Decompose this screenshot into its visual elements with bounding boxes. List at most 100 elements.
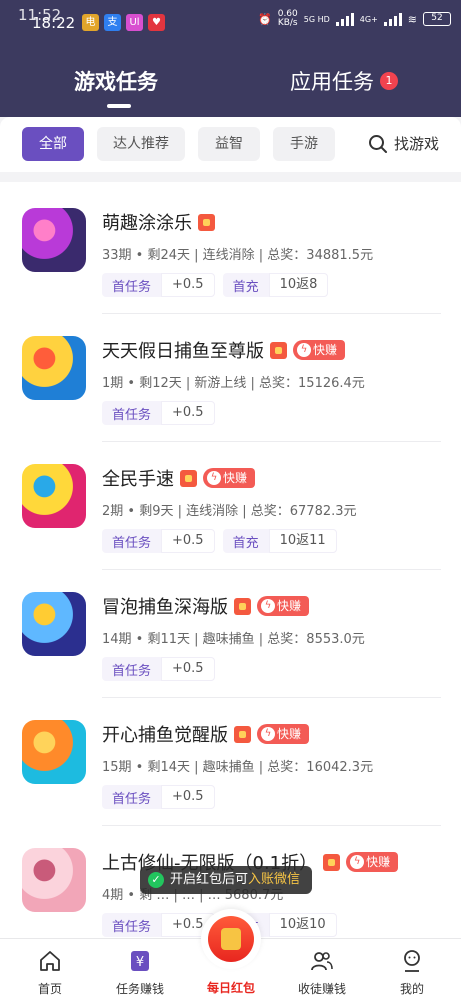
tab-game-tasks[interactable]: 游戏任务	[74, 66, 158, 96]
reward-label: 首任务	[112, 279, 152, 295]
reward-pill: 首任务 +0.5	[102, 785, 215, 809]
task-rewards: 首任务 +0.5	[102, 785, 215, 809]
reward-value: +0.5	[161, 401, 215, 425]
status-bar: 11:52 18:22 电 支 Ul ♥ ⏰ 0.60 KB/s 5G HD 4…	[0, 0, 461, 42]
task-meta: 15期 • 剩14天 | 趣味捕鱼 | 总奖：16042.3元	[102, 760, 374, 775]
fast-earn-label: 快赚	[277, 599, 302, 613]
task-title-line: 冒泡捕鱼深海版 ϟ 快赚	[102, 593, 310, 619]
fast-earn-tag: ϟ 快赚	[346, 852, 399, 872]
game-thumbnail[interactable]	[22, 592, 86, 656]
hot-tag-icon	[180, 469, 197, 487]
task-rewards: 首任务 +0.5 首充 10返11	[102, 529, 337, 553]
alipay-icon: 支	[104, 14, 121, 31]
task-row[interactable]: 全民手速 ϟ 快赚 2期 • 剩9天 | 连线消除 | 总奖：67782.3元 首任务 +…	[0, 442, 461, 570]
task-title: 天天假日捕鱼至尊版	[102, 341, 264, 362]
game-thumbnail[interactable]	[22, 848, 86, 912]
task-meta: 14期 • 剩11天 | 趣味捕鱼 | 总奖：8553.0元	[102, 632, 365, 647]
alarm-icon: ⏰	[258, 12, 272, 26]
task-rewards: 首任务 +0.5	[102, 401, 215, 425]
filter-bar: 全部 达人推荐 益智 手游 找游戏	[0, 117, 461, 172]
reward-label: 首任务	[112, 407, 152, 423]
hot-tag-icon	[323, 853, 341, 871]
task-list: 萌趣涂涂乐 33期 • 剩24天 | 连线消除 | 总奖：34881.5元首任务 +…	[0, 182, 461, 954]
game-thumbnail[interactable]	[22, 720, 86, 784]
hot-tag-icon	[270, 341, 287, 359]
task-title: 萌趣涂涂乐	[102, 213, 192, 234]
reward-label: 首任务	[112, 535, 152, 551]
task-meta: 33期 • 剩24天 | 连线消除 | 总奖：34881.5元	[102, 248, 374, 263]
status-right: ⏰ 0.60 KB/s 5G HD 4G+ ≋ 52	[258, 10, 451, 28]
task-row[interactable]: 天天假日捕鱼至尊版 ϟ 快赚 1期 • 剩12天 | 新游上线 | 总奖：15126.…	[0, 314, 461, 442]
active-tab-indicator	[107, 104, 131, 108]
bottom-nav: 首页 ¥ 任务赚钱 每日红包 收徒赚钱 我的	[0, 909, 461, 1000]
nav-tasks-label: 任务赚钱	[115, 982, 164, 996]
red-packet-icon	[208, 916, 254, 962]
status-time: 18:22	[32, 14, 76, 32]
users-icon	[311, 952, 333, 971]
task-meta: 2期 • 剩9天 | 连线消除 | 总奖：67782.3元	[102, 504, 357, 519]
tab-app-tasks[interactable]: 应用任务	[290, 66, 374, 96]
game-thumbnail[interactable]	[22, 336, 86, 400]
game-thumbnail[interactable]	[22, 464, 86, 528]
task-title: 全民手速	[102, 469, 174, 490]
filter-chip-mobile-games[interactable]: 手游	[273, 127, 335, 161]
hot-tag-icon	[234, 725, 251, 743]
search-games-button[interactable]: 找游戏	[368, 133, 439, 154]
filter-chip-all[interactable]: 全部	[22, 127, 84, 161]
reward-label: 首任务	[112, 919, 152, 935]
reward-value: 10返8	[268, 273, 329, 297]
nav-daily-red-packet[interactable]	[201, 909, 261, 969]
lightning-icon: ϟ	[350, 855, 365, 869]
task-row[interactable]: 萌趣涂涂乐 33期 • 剩24天 | 连线消除 | 总奖：34881.5元首任务 +…	[0, 186, 461, 314]
network-speed: 0.60 KB/s	[278, 10, 298, 28]
nav-recruit[interactable]: 收徒赚钱	[282, 949, 362, 997]
task-rewards: 首任务 +0.5	[102, 657, 215, 681]
home-icon	[40, 951, 60, 971]
reward-pill: 首任务 +0.5	[102, 273, 215, 297]
network-speed-unit: KB/s	[277, 18, 298, 28]
nav-tasks[interactable]: ¥ 任务赚钱	[100, 949, 180, 997]
reward-pill: 首任务 +0.5	[102, 401, 215, 425]
search-icon	[369, 134, 387, 153]
hot-tag-icon	[198, 213, 215, 231]
nav-me-label: 我的	[399, 982, 424, 996]
nav-home-label: 首页	[37, 982, 62, 996]
signal-bars-icon	[335, 12, 354, 26]
fast-earn-label: 快赚	[223, 471, 248, 485]
top-tabs: 游戏任务 应用任务 1	[0, 56, 461, 108]
task-title-line: 天天假日捕鱼至尊版 ϟ 快赚	[102, 337, 346, 363]
hot-tag-icon	[234, 597, 251, 615]
fast-earn-label: 快赚	[277, 727, 302, 741]
fast-earn-tag: ϟ 快赚	[257, 724, 310, 744]
reward-value: +0.5	[161, 529, 215, 553]
toast-text: 开启红包后可	[170, 872, 249, 887]
reward-pill: 首任务 +0.5	[102, 529, 215, 553]
game-thumbnail[interactable]	[22, 208, 86, 272]
toast-highlight: 入账微信	[248, 872, 301, 887]
task-row[interactable]: 冒泡捕鱼深海版 ϟ 快赚 14期 • 剩11天 | 趣味捕鱼 | 总奖：8553.0元…	[0, 570, 461, 698]
reward-value: +0.5	[161, 657, 215, 681]
task-row[interactable]: 开心捕鱼觉醒版 ϟ 快赚 15期 • 剩14天 | 趣味捕鱼 | 总奖：16042.3…	[0, 698, 461, 826]
reward-value: +0.5	[161, 273, 215, 297]
filter-chip-recommended[interactable]: 达人推荐	[97, 127, 185, 161]
reward-label: 首充	[232, 535, 259, 551]
reward-pill: 首任务 +0.5	[102, 913, 215, 937]
yuan-task-icon: ¥	[131, 951, 149, 971]
lightning-icon: ϟ	[297, 343, 311, 357]
fast-earn-tag: ϟ 快赚	[257, 596, 310, 616]
app-tasks-badge: 1	[380, 72, 398, 90]
fast-earn-label: 快赚	[313, 343, 338, 357]
reward-label: 首充	[232, 279, 259, 295]
svg-text:¥: ¥	[136, 955, 144, 970]
signal-label-2: 4G+	[359, 14, 378, 24]
filter-chip-puzzle[interactable]: 益智	[198, 127, 260, 161]
task-title: 冒泡捕鱼深海版	[102, 597, 228, 618]
reward-value: 10返11	[268, 529, 337, 553]
reward-value: +0.5	[161, 785, 215, 809]
lightning-icon: ϟ	[261, 727, 275, 741]
wifi-icon: ≋	[407, 12, 417, 26]
nav-home[interactable]: 首页	[10, 949, 90, 997]
nav-me[interactable]: 我的	[372, 949, 452, 997]
nav-daily-label: 每日红包	[206, 981, 255, 995]
lightning-icon: ϟ	[261, 599, 275, 613]
